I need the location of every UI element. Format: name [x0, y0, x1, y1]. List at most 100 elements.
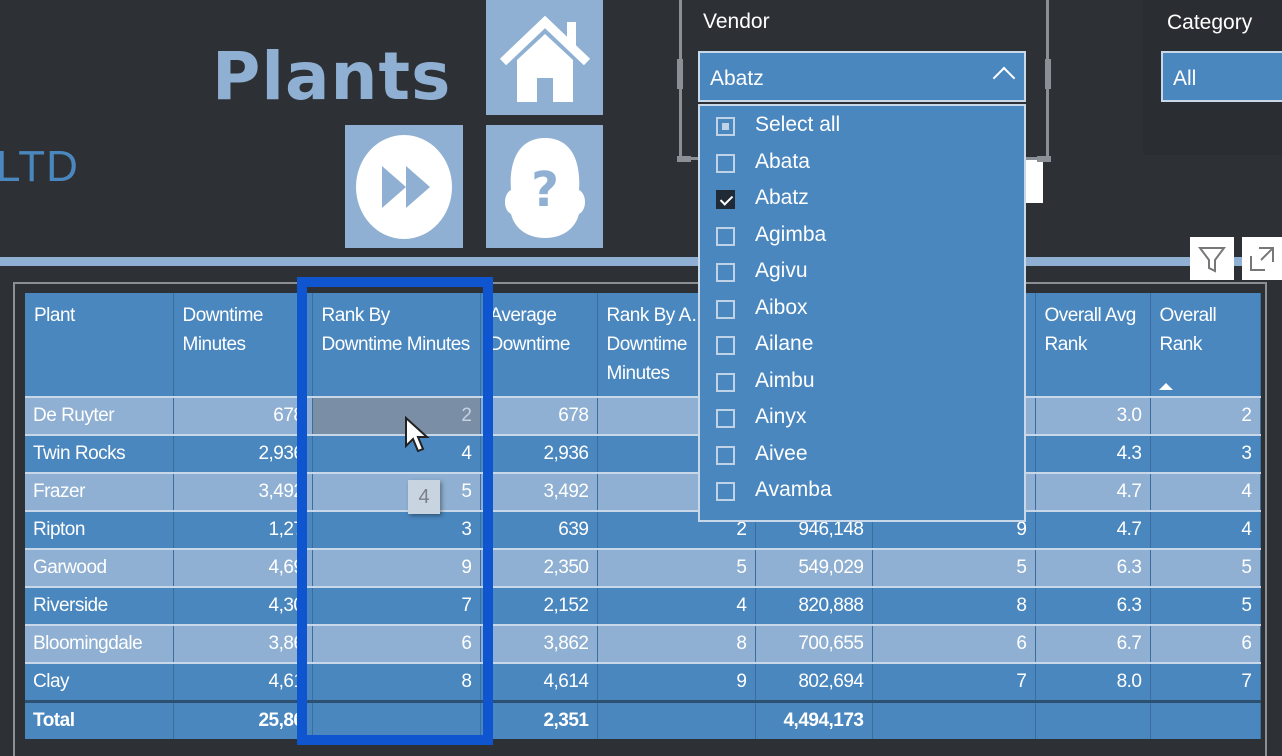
help-button[interactable]: ?: [486, 125, 603, 248]
checkbox[interactable]: [716, 409, 735, 428]
table-cell[interactable]: 678: [173, 396, 313, 435]
table-cell[interactable]: 5: [1150, 586, 1261, 625]
table-cell[interactable]: 1,27: [173, 510, 313, 549]
table-cell[interactable]: 8.0: [1035, 662, 1151, 702]
table-cell[interactable]: 4: [1150, 472, 1261, 511]
table-cell[interactable]: 4.7: [1035, 472, 1151, 511]
table-cell[interactable]: 678: [480, 396, 598, 435]
focus-mode-button[interactable]: [1242, 237, 1282, 280]
table-cell[interactable]: Frazer: [25, 472, 174, 511]
table-cell[interactable]: 4,61: [173, 662, 313, 702]
table-cell[interactable]: Total: [25, 700, 174, 739]
checkbox[interactable]: [716, 153, 735, 173]
vendor-option[interactable]: Aivee: [700, 439, 1024, 475]
table-cell[interactable]: 3,492: [480, 472, 598, 511]
vendor-option[interactable]: Aimbu: [700, 366, 1024, 402]
table-cell[interactable]: Garwood: [25, 548, 174, 587]
table-cell[interactable]: 3: [1150, 434, 1261, 473]
table-cell[interactable]: 2,351: [480, 700, 598, 739]
table-cell[interactable]: 2,936: [173, 434, 313, 473]
table-cell[interactable]: 6.7: [1035, 624, 1151, 663]
table-row[interactable]: Twin Rocks 2,936 4 2,936 4.3 3: [25, 434, 1261, 473]
table-cell[interactable]: 8: [872, 586, 1036, 625]
checkbox[interactable]: [716, 117, 735, 136]
vendor-option[interactable]: Avamba: [700, 475, 1024, 511]
table-cell[interactable]: 6.3: [1035, 548, 1151, 587]
vendor-option[interactable]: Aibox: [700, 293, 1024, 329]
table-cell[interactable]: 6: [1150, 624, 1261, 663]
table-cell[interactable]: 3,862: [480, 624, 598, 663]
table-cell[interactable]: Bloomingdale: [25, 624, 174, 663]
table-cell[interactable]: 3,492: [173, 472, 313, 511]
table-row[interactable]: Bloomingdale 3,86 6 3,862 8 700,655 6 6.7 6: [25, 624, 1261, 663]
next-page-button[interactable]: [345, 125, 463, 248]
category-dropdown[interactable]: All: [1161, 51, 1282, 102]
table-cell[interactable]: [1150, 700, 1261, 739]
table-cell[interactable]: 4,30: [173, 586, 313, 625]
table-cell[interactable]: 4,614: [480, 662, 598, 702]
column-header[interactable]: Average Downtime: [480, 293, 598, 397]
checkbox[interactable]: [716, 372, 735, 392]
vendor-option[interactable]: Agimba: [700, 220, 1024, 256]
table-cell[interactable]: [597, 700, 756, 739]
table-cell[interactable]: Riverside: [25, 586, 174, 625]
table-cell[interactable]: 549,029: [755, 548, 873, 587]
sort-ascending-icon[interactable]: [1158, 383, 1173, 390]
total-row[interactable]: Total 25,86 2,351 4,494,173: [25, 700, 1261, 739]
vendor-option[interactable]: Ainyx: [700, 402, 1024, 438]
table-cell[interactable]: 2,350: [480, 548, 598, 587]
table-cell[interactable]: 7: [1150, 662, 1261, 702]
checkbox[interactable]: [716, 263, 735, 282]
column-header[interactable]: Downtime Minutes: [173, 293, 313, 397]
vendor-option[interactable]: Agivu: [700, 256, 1024, 292]
checkbox[interactable]: [716, 299, 735, 319]
table-row[interactable]: Garwood 4,69 9 2,350 5 549,029 5 6.3 5: [25, 548, 1261, 587]
table-row[interactable]: Riverside 4,30 7 2,152 4 820,888 8 6.3 5: [25, 586, 1261, 625]
column-header[interactable]: Plant: [25, 293, 174, 397]
table-cell[interactable]: Clay: [25, 662, 174, 702]
vendor-dropdown[interactable]: Abatz: [698, 51, 1026, 102]
vendor-option[interactable]: Select all: [700, 110, 1024, 146]
table-cell[interactable]: 8: [597, 624, 756, 663]
table-row[interactable]: Clay 4,61 8 4,614 9 802,694 7 8.0 7: [25, 662, 1261, 702]
table-cell[interactable]: De Ruyter: [25, 396, 174, 435]
table-cell[interactable]: 4,494,173: [755, 700, 873, 739]
checkbox[interactable]: [716, 190, 735, 209]
table-cell[interactable]: 5: [872, 548, 1036, 587]
vendor-option[interactable]: Ailane: [700, 329, 1024, 365]
table-cell[interactable]: 4.7: [1035, 510, 1151, 549]
table-cell[interactable]: 700,655: [755, 624, 873, 663]
table-cell[interactable]: 4,69: [173, 548, 313, 587]
table-row[interactable]: De Ruyter 678 2 678 3.0 2: [25, 396, 1261, 435]
vendor-option[interactable]: Abata: [700, 147, 1024, 183]
table-cell[interactable]: 2,936: [480, 434, 598, 473]
table-cell[interactable]: 6: [872, 624, 1036, 663]
table-row[interactable]: Frazer 3,492 5 3,492 4.7 4: [25, 472, 1261, 511]
table-cell[interactable]: 802,694: [755, 662, 873, 702]
table-cell[interactable]: 3.0: [1035, 396, 1151, 435]
checkbox[interactable]: [716, 445, 735, 465]
table-cell[interactable]: 820,888: [755, 586, 873, 625]
vendor-option[interactable]: Abatz: [700, 183, 1024, 219]
table-cell[interactable]: 25,86: [173, 700, 313, 739]
table-cell[interactable]: 5: [1150, 548, 1261, 587]
table-cell[interactable]: 6.3: [1035, 586, 1151, 625]
table-row[interactable]: Ripton 1,27 3 639 2 946,148 9 4.7 4: [25, 510, 1261, 549]
checkbox[interactable]: [716, 482, 735, 501]
table-cell[interactable]: 7: [872, 662, 1036, 702]
table-cell[interactable]: 2,152: [480, 586, 598, 625]
table-cell[interactable]: 4: [597, 586, 756, 625]
table-cell[interactable]: 4: [1150, 510, 1261, 549]
table-cell[interactable]: 5: [597, 548, 756, 587]
column-header[interactable]: Overall Avg Rank: [1035, 293, 1151, 397]
table-cell[interactable]: 2: [1150, 396, 1261, 435]
table-cell[interactable]: [872, 700, 1036, 739]
column-header[interactable]: Overall Rank: [1150, 293, 1261, 397]
table-cell[interactable]: 9: [597, 662, 756, 702]
checkbox[interactable]: [716, 336, 735, 355]
filter-button[interactable]: [1190, 237, 1234, 280]
checkbox[interactable]: [716, 226, 735, 246]
table-cell[interactable]: [1035, 700, 1151, 739]
table-cell[interactable]: 3,86: [173, 624, 313, 663]
table-cell[interactable]: Ripton: [25, 510, 174, 549]
